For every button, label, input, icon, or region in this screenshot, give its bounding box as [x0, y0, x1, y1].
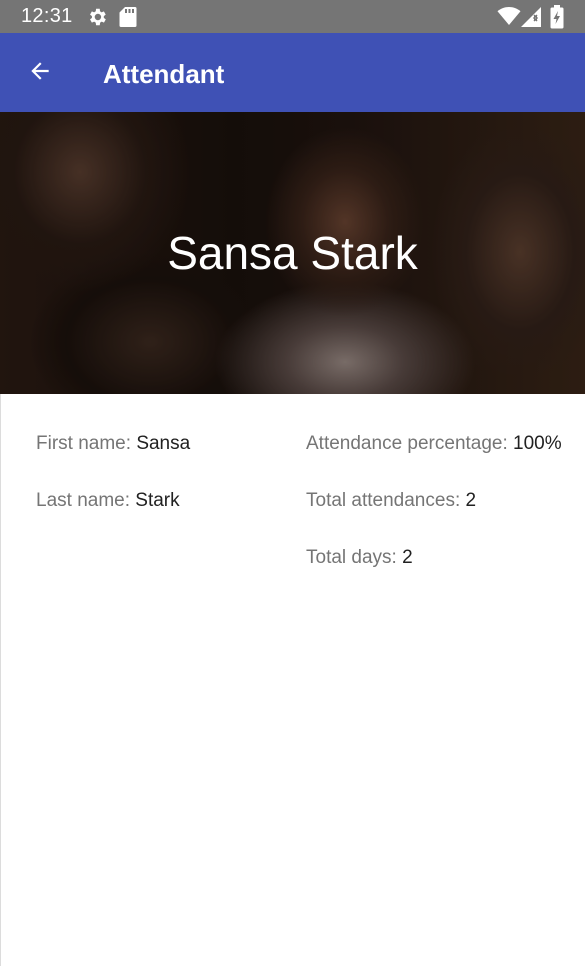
total-attendances-label: Total attendances: — [306, 490, 466, 511]
wifi-icon — [497, 6, 521, 31]
total-days-row: Total days: 2 — [306, 546, 413, 570]
app-bar: Attendant — [0, 33, 585, 112]
back-button[interactable] — [16, 49, 64, 97]
first-name-row: First name: Sansa — [36, 432, 190, 456]
battery-charging-icon — [550, 5, 564, 34]
first-name-label: First name: — [36, 433, 137, 454]
last-name-label: Last name: — [36, 490, 136, 511]
total-attendances-value: 2 — [465, 490, 477, 511]
arrow-back-icon — [27, 58, 53, 89]
attendance-percentage-label: Attendance percentage: — [306, 433, 514, 454]
attendant-screen: 12:31 Attendant Sansa Stark First name: … — [0, 0, 585, 966]
page-title: Attendant — [103, 59, 225, 89]
signal-icon — [520, 6, 542, 33]
attendance-percentage-row: Attendance percentage: 100% — [306, 432, 562, 456]
attendance-percentage-value: 100% — [513, 433, 562, 454]
settings-icon — [86, 6, 108, 33]
first-name-value: Sansa — [136, 433, 191, 454]
left-divider — [0, 394, 1, 966]
status-time: 12:31 — [21, 5, 73, 27]
status-bar: 12:31 — [0, 0, 585, 33]
last-name-value: Stark — [135, 490, 180, 511]
attendant-full-name: Sansa Stark — [167, 227, 418, 279]
total-days-label: Total days: — [306, 547, 403, 568]
sd-card-icon — [119, 6, 137, 33]
total-days-value: 2 — [402, 547, 413, 568]
total-attendances-row: Total attendances: 2 — [306, 489, 476, 513]
last-name-row: Last name: Stark — [36, 489, 180, 513]
